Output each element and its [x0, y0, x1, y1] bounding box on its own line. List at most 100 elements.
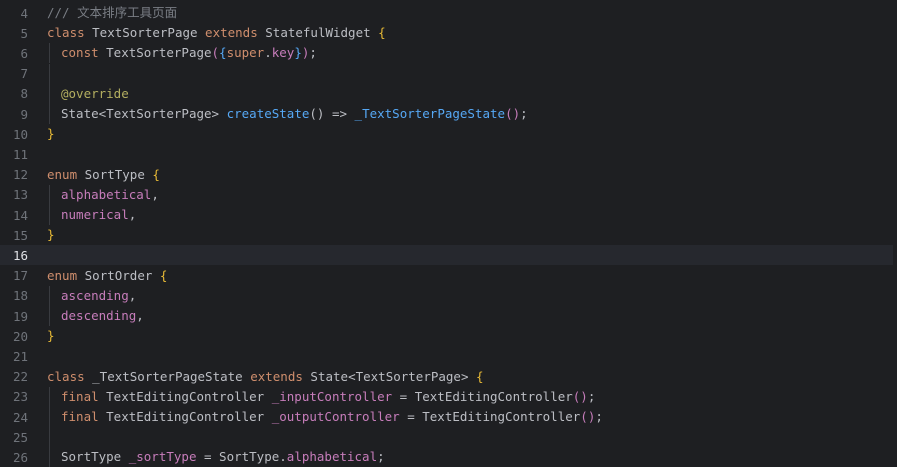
code-token: TextSorterPage: [106, 45, 212, 61]
code-token: class: [47, 368, 93, 384]
code-line[interactable]: 20}: [0, 326, 893, 346]
code-text[interactable]: enum SortType {: [47, 165, 893, 185]
code-line[interactable]: 6 const TextSorterPage({super.key});: [0, 43, 893, 64]
code-text[interactable]: enum SortOrder {: [47, 266, 893, 286]
code-line[interactable]: 9 State<TextSorterPage> createState() => …: [0, 104, 893, 124]
code-text[interactable]: final TextEditingController _outputContr…: [47, 407, 893, 427]
code-token: TextEditingController: [106, 388, 272, 404]
line-number: 21: [12, 348, 28, 364]
line-number: 12: [12, 167, 28, 183]
code-token: }: [294, 45, 302, 61]
code-line[interactable]: 5 class TextSorterPage extends StatefulWi…: [0, 23, 893, 43]
code-line[interactable]: 26 SortType _sortType = SortType.alphabet…: [0, 447, 893, 467]
code-text[interactable]: ascending,: [47, 285, 893, 306]
code-token: const: [61, 45, 107, 61]
code-token: {: [476, 368, 484, 384]
code-token: (): [572, 388, 588, 404]
code-text[interactable]: [47, 245, 893, 265]
code-line[interactable]: 24 final TextEditingController _outputCon…: [0, 407, 893, 427]
code-token: @override: [61, 85, 129, 101]
code-text[interactable]: [47, 144, 893, 164]
code-token: State: [61, 106, 99, 121]
code-text[interactable]: [47, 63, 893, 84]
code-text[interactable]: descending,: [47, 306, 893, 326]
code-text[interactable]: /// 文本排序工具页面: [47, 3, 893, 23]
code-text[interactable]: State<TextSorterPage> createState() => _…: [47, 104, 893, 124]
code-editor[interactable]: 4 /// 文本排序工具页面 5 class TextSorterPage exten…: [0, 0, 897, 467]
line-number: 9: [20, 106, 28, 122]
code-token: {: [378, 25, 386, 41]
indent-guide: [49, 386, 50, 407]
line-number: 10: [12, 126, 28, 142]
code-line[interactable]: 8 @override: [0, 83, 893, 104]
code-line[interactable]: 19 descending,: [0, 306, 893, 326]
code-text[interactable]: [47, 346, 893, 366]
code-text[interactable]: }: [47, 225, 893, 245]
code-token: alphabetical: [286, 449, 378, 465]
code-text[interactable]: alphabetical,: [47, 184, 893, 205]
code-token: super: [226, 45, 265, 61]
code-token: StatefulWidget: [265, 25, 379, 41]
line-number: 8: [20, 86, 28, 102]
code-token: State: [310, 368, 349, 384]
code-token: TextEditingController: [414, 388, 573, 404]
code-token: }: [47, 328, 55, 344]
code-token: key: [271, 45, 295, 61]
code-token: ;: [520, 106, 528, 121]
line-number: 6: [20, 45, 28, 61]
code-token: ;: [587, 388, 596, 404]
code-text[interactable]: const TextSorterPage({super.key});: [47, 43, 893, 64]
code-line[interactable]: 12 enum SortType {: [0, 165, 893, 185]
code-text[interactable]: [47, 427, 893, 448]
code-token: =: [399, 409, 423, 424]
code-text[interactable]: }: [47, 326, 893, 346]
code-token: (): [580, 409, 596, 424]
indent-guide: [49, 407, 50, 427]
code-line[interactable]: 11: [0, 144, 893, 164]
code-line[interactable]: 16: [0, 245, 893, 266]
code-line[interactable]: 18 ascending,: [0, 285, 893, 306]
code-line[interactable]: 22 class _TextSorterPageState extends Sta…: [0, 367, 893, 387]
code-token: TextSorterPage: [106, 106, 212, 121]
code-line[interactable]: 21: [0, 346, 893, 366]
code-token: extends: [205, 25, 266, 41]
code-token: (: [211, 45, 220, 61]
code-text[interactable]: final TextEditingController _inputContro…: [47, 386, 893, 407]
code-token: >: [211, 106, 227, 121]
indent-guide: [49, 63, 50, 84]
code-token: =: [392, 388, 415, 404]
code-line[interactable]: 25: [0, 427, 893, 448]
code-line[interactable]: 23 final TextEditingController _inputCont…: [0, 386, 893, 407]
code-line[interactable]: 14 numerical,: [0, 205, 893, 225]
line-number: 13: [12, 187, 28, 203]
code-text[interactable]: SortType _sortType = SortType.alphabetic…: [47, 447, 893, 467]
code-line[interactable]: 15}: [0, 225, 893, 245]
code-text[interactable]: class TextSorterPage extends StatefulWid…: [47, 23, 893, 43]
line-number: 20: [12, 328, 28, 344]
indent-guide: [49, 427, 50, 448]
code-text[interactable]: }: [47, 124, 893, 144]
code-token: ascending: [61, 287, 129, 303]
code-token: }: [47, 227, 55, 243]
code-token: ;: [377, 449, 385, 465]
code-line[interactable]: 7: [0, 63, 893, 84]
code-text[interactable]: numerical,: [47, 205, 893, 225]
code-token: {: [159, 267, 168, 283]
code-token: {: [219, 45, 227, 61]
code-line[interactable]: 10}: [0, 124, 893, 144]
code-text[interactable]: @override: [47, 83, 893, 104]
code-line[interactable]: 4 /// 文本排序工具页面: [0, 3, 893, 23]
code-token: extends: [250, 368, 311, 384]
code-token: ,: [136, 308, 144, 323]
code-token: descending: [61, 308, 137, 323]
line-number: 16: [12, 247, 28, 263]
code-line[interactable]: 17 enum SortOrder {: [0, 266, 893, 286]
indent-guide: [49, 104, 50, 124]
line-number: 23: [12, 389, 28, 405]
code-token: SortType: [61, 449, 129, 465]
code-line[interactable]: 13 alphabetical,: [0, 184, 893, 205]
line-number: 18: [12, 288, 28, 304]
code-text[interactable]: class _TextSorterPageState extends State…: [47, 367, 893, 387]
code-token: >: [460, 368, 477, 384]
code-token: SortOrder: [84, 267, 160, 283]
